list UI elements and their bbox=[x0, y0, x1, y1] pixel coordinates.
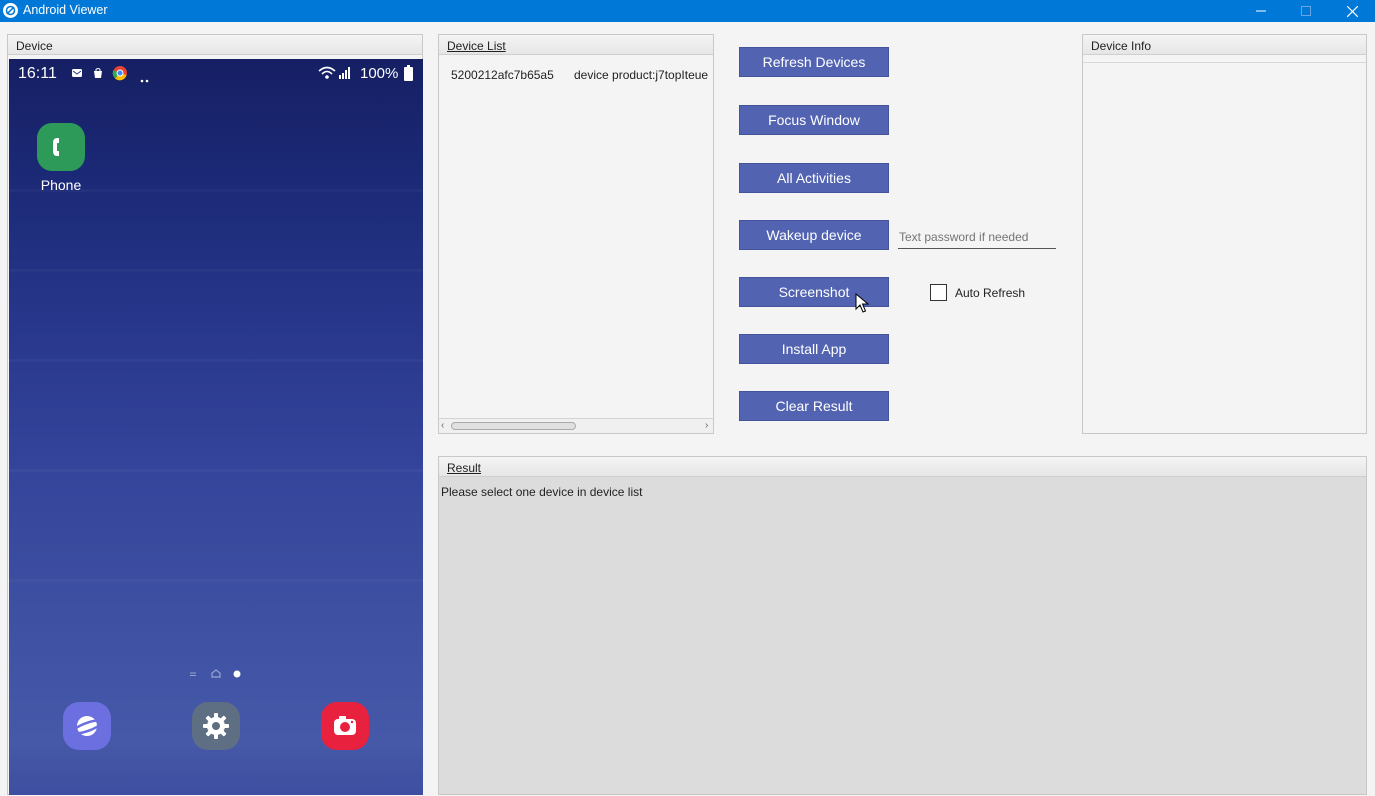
scrollbar-thumb[interactable] bbox=[451, 422, 576, 430]
device-screen-mirror[interactable]: 16:11 100% Phone bbox=[9, 59, 423, 795]
internet-app-icon[interactable] bbox=[63, 702, 111, 750]
wakeup-device-button[interactable]: Wakeup device bbox=[739, 220, 889, 250]
device-info-title: Device Info bbox=[1091, 39, 1152, 53]
device-serial: 5200212afc7b65a5 bbox=[451, 68, 554, 82]
android-viewer-app-icon bbox=[3, 3, 18, 18]
email-notification-icon bbox=[71, 67, 83, 82]
battery-percentage: 100% bbox=[360, 65, 399, 82]
settings-app-icon[interactable] bbox=[192, 702, 240, 750]
device-panel-header: Device bbox=[8, 35, 422, 55]
result-panel: Result Please select one device in devic… bbox=[438, 456, 1367, 795]
maximize-button[interactable] bbox=[1283, 0, 1329, 22]
auto-refresh-label[interactable]: Auto Refresh bbox=[955, 286, 1025, 300]
device-panel: Device 16:11 100% Phone bbox=[7, 34, 423, 795]
more-notifications-icon bbox=[140, 72, 150, 86]
mouse-cursor-icon bbox=[855, 292, 870, 316]
close-button[interactable] bbox=[1329, 0, 1375, 22]
title-bar: Android Viewer bbox=[0, 0, 1375, 22]
all-activities-button[interactable]: All Activities bbox=[739, 163, 889, 193]
android-status-bar: 16:11 100% bbox=[9, 59, 423, 87]
device-description: device product:j7topIteue bbox=[574, 68, 709, 82]
device-info-header: Device Info bbox=[1083, 35, 1366, 55]
install-app-button[interactable]: Install App bbox=[739, 334, 889, 364]
minimize-button[interactable] bbox=[1238, 0, 1284, 22]
result-text: Please select one device in device list bbox=[441, 485, 643, 499]
device-panel-title: Device bbox=[16, 39, 53, 53]
device-info-content bbox=[1083, 62, 1366, 433]
device-list-panel: Device List 5200212afc7b65a5 device prod… bbox=[438, 34, 714, 434]
result-header: Result bbox=[439, 457, 1366, 477]
camera-app-icon[interactable] bbox=[321, 702, 369, 750]
refresh-devices-button[interactable]: Refresh Devices bbox=[739, 47, 889, 77]
status-time: 16:11 bbox=[18, 65, 57, 82]
device-list-horizontal-scrollbar[interactable]: ‹ › bbox=[439, 418, 713, 433]
device-list-header: Device List bbox=[439, 35, 713, 55]
clear-result-button[interactable]: Clear Result bbox=[739, 391, 889, 421]
phone-app-icon[interactable] bbox=[37, 123, 85, 171]
chrome-notification-icon bbox=[112, 65, 128, 84]
phone-app-label: Phone bbox=[40, 177, 82, 193]
device-info-panel: Device Info bbox=[1082, 34, 1367, 434]
scroll-right-arrow-icon[interactable]: › bbox=[705, 420, 708, 431]
home-page-indicator bbox=[187, 667, 247, 681]
scroll-left-arrow-icon[interactable]: ‹ bbox=[441, 420, 444, 431]
shopping-bag-notification-icon bbox=[92, 67, 104, 82]
password-input[interactable] bbox=[898, 225, 1056, 249]
window-title: Android Viewer bbox=[23, 3, 108, 17]
focus-window-button[interactable]: Focus Window bbox=[739, 105, 889, 135]
result-title: Result bbox=[447, 461, 482, 475]
wifi-icon bbox=[318, 66, 336, 83]
battery-icon bbox=[404, 65, 413, 84]
auto-refresh-checkbox[interactable] bbox=[930, 284, 947, 301]
signal-icon bbox=[339, 66, 353, 82]
device-list-title: Device List bbox=[447, 39, 506, 53]
